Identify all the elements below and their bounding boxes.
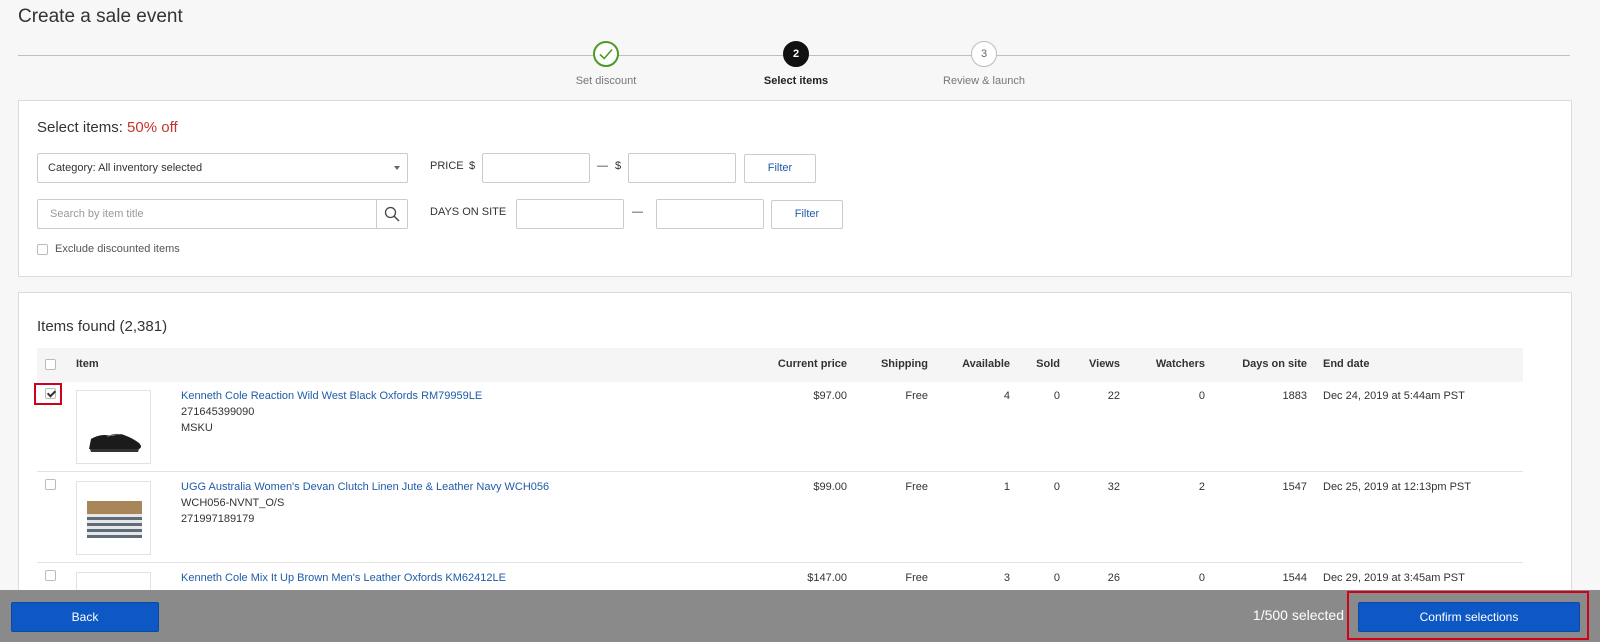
cell-views: 32 [1107,481,1120,493]
category-select-value: Category: All inventory selected [48,162,203,174]
item-sku: MSKU [181,422,213,434]
filters-panel: Select items: 50% off Category: All inve… [18,100,1572,277]
checkmark-icon [593,41,619,67]
cell-days-on-site: 1883 [1282,390,1307,402]
cell-shipping: Free [905,572,928,584]
select-all-checkbox[interactable] [45,359,56,370]
cell-views: 22 [1107,390,1120,402]
exclude-discounted: Exclude discounted items [37,243,180,255]
table-row: UGG Australia Women's Devan Clutch Linen… [37,473,1523,563]
filters-heading-label: Select items: [37,119,123,136]
search-icon [384,206,400,222]
column-views: Views [1089,358,1120,370]
exclude-discounted-checkbox[interactable] [37,243,48,255]
price-max-currency: $ [615,160,622,172]
price-min-currency: $ [469,160,476,172]
confirm-selections-button[interactable]: Confirm selections [1358,602,1580,632]
cell-views: 26 [1107,572,1120,584]
category-select[interactable]: Category: All inventory selected [37,153,408,183]
cell-sold: 0 [1053,481,1060,493]
step-select-items: 2 Select items [706,41,886,87]
cell-available: 1 [1003,481,1010,493]
price-filter-button[interactable]: Filter [744,154,816,183]
cell-end-date: Dec 29, 2019 at 3:45am PST [1323,572,1465,584]
days-min-input[interactable] [516,199,624,229]
days-on-site-label: DAYS ON SITE [430,206,507,218]
step-number: 3 [971,41,997,67]
cell-watchers: 0 [1198,572,1205,584]
cell-price: $97.00 [813,390,847,402]
step-label: Set discount [575,75,637,87]
page-title: Create a sale event [18,6,183,27]
days-filter-button[interactable]: Filter [771,200,843,229]
table-row: Kenneth Cole Reaction Wild West Black Ox… [34,382,1523,472]
search-button[interactable] [376,200,407,228]
clutch-image [87,501,142,538]
cell-price: $99.00 [813,481,847,493]
selected-count: 1/500 selected [1252,607,1344,623]
price-min-input[interactable] [482,153,590,183]
exclude-discounted-label: Exclude discounted items [55,243,180,255]
cell-shipping: Free [905,390,928,402]
column-sold: Sold [1036,358,1060,370]
cell-shipping: Free [905,481,928,493]
action-footer: Back 1/500 selected Confirm selections [0,590,1600,642]
back-button[interactable]: Back [11,602,159,632]
item-thumbnail[interactable] [76,481,151,555]
item-thumbnail[interactable] [76,390,151,464]
row-checkbox[interactable] [45,388,56,399]
item-title-link[interactable]: Kenneth Cole Reaction Wild West Black Ox… [181,390,482,402]
days-max-input[interactable] [656,199,764,229]
shoe-image [89,433,141,452]
table-header: Item Current price Shipping Available So… [37,348,1523,382]
price-max-input[interactable] [628,153,736,183]
step-number: 2 [783,41,809,67]
cell-watchers: 0 [1198,390,1205,402]
item-number: 271997189179 [181,513,255,525]
column-days-on-site: Days on site [1242,358,1307,370]
cell-days-on-site: 1544 [1282,572,1307,584]
cell-watchers: 2 [1198,481,1205,493]
column-available: Available [962,358,1010,370]
step-label: Review & launch [943,75,1025,87]
item-title-link[interactable]: Kenneth Cole Mix It Up Brown Men's Leath… [181,572,506,584]
price-dash: — [597,160,608,172]
results-heading: Items found (2,381) [37,318,168,335]
row-checkbox[interactable] [45,479,56,490]
column-end-date: End date [1323,358,1370,370]
search-input[interactable] [38,200,378,228]
cell-available: 3 [1003,572,1010,584]
row-checkbox[interactable] [45,570,56,581]
item-number: 271645399090 [181,406,255,418]
cell-end-date: Dec 24, 2019 at 5:44am PST [1323,390,1465,402]
column-item: Item [76,358,99,370]
cell-sold: 0 [1053,390,1060,402]
cell-end-date: Dec 25, 2019 at 12:13pm PST [1323,481,1471,493]
step-set-discount: Set discount [516,41,696,87]
search-box [37,199,408,229]
filters-heading: Select items: 50% off [37,119,178,136]
column-shipping: Shipping [880,358,928,370]
discount-label: 50% off [127,119,178,136]
cell-available: 4 [1003,390,1010,402]
progress-stepper: Set discount 2 Select items 3 Review & l… [0,40,1600,92]
item-sku: WCH056-NVNT_O/S [181,497,285,509]
cell-sold: 0 [1053,572,1060,584]
column-watchers: Watchers [1155,358,1205,370]
chevron-down-icon [394,166,400,170]
step-review-launch: 3 Review & launch [894,41,1074,87]
cell-price: $147.00 [807,572,847,584]
cell-days-on-site: 1547 [1282,481,1307,493]
days-dash: — [632,206,643,218]
price-label: PRICE [430,160,464,172]
item-title-link[interactable]: UGG Australia Women's Devan Clutch Linen… [181,481,549,493]
step-label: Select items [763,75,829,87]
column-current-price: Current price [777,358,847,370]
